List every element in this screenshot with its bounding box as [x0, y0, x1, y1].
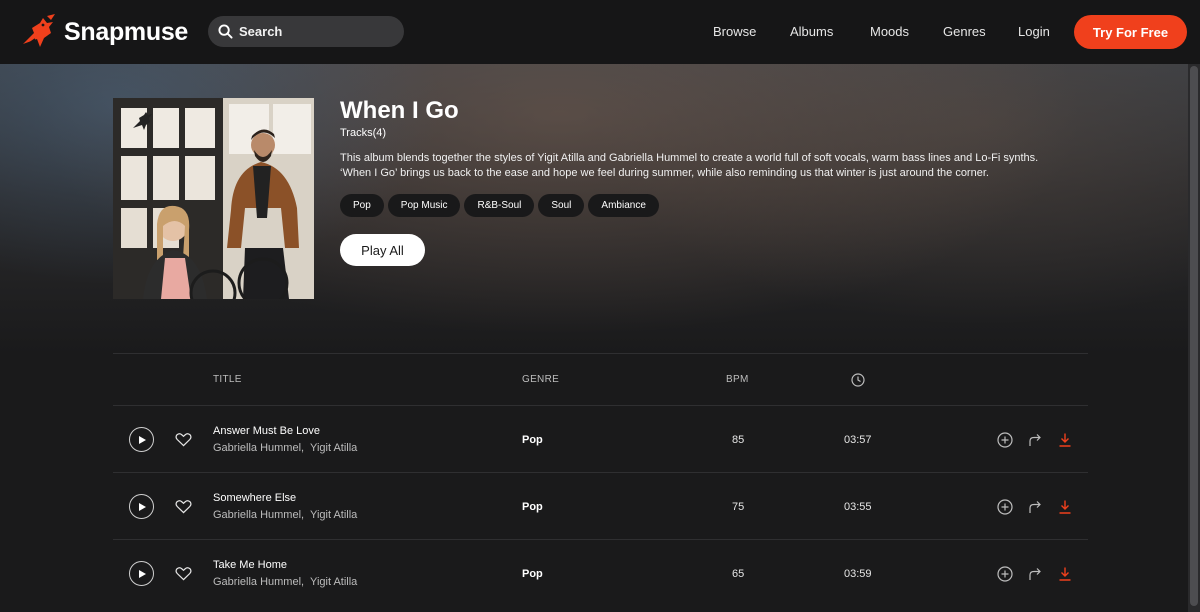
heart-icon[interactable] — [175, 432, 192, 447]
header-genre[interactable]: GENRE — [522, 374, 559, 385]
table-row[interactable]: Take Me Home Gabriella Hummel, Yigit Ati… — [113, 539, 1088, 606]
add-icon[interactable] — [997, 432, 1013, 448]
tag-ambiance[interactable]: Ambiance — [588, 194, 659, 217]
header-bpm[interactable]: BPM — [726, 374, 749, 385]
tracks-count: Tracks(4) — [340, 127, 387, 139]
header-title[interactable]: TITLE — [213, 374, 242, 385]
album-cover-image — [113, 98, 314, 299]
heart-icon[interactable] — [175, 499, 192, 514]
track-title[interactable]: Take Me Home — [213, 559, 287, 571]
download-icon[interactable] — [1057, 566, 1073, 582]
track-title[interactable]: Somewhere Else — [213, 492, 296, 504]
download-icon[interactable] — [1057, 499, 1073, 515]
share-icon[interactable] — [1027, 566, 1043, 582]
share-icon[interactable] — [1027, 499, 1043, 515]
track-table: TITLE GENRE BPM Answer Must Be Love Gabr… — [113, 353, 1088, 606]
artist-link[interactable]: Yigit Atilla — [310, 509, 357, 521]
artist-link[interactable]: Yigit Atilla — [310, 576, 357, 588]
heart-icon[interactable] — [175, 566, 192, 581]
add-icon[interactable] — [997, 566, 1013, 582]
artist-link[interactable]: Yigit Atilla — [310, 442, 357, 454]
table-header: TITLE GENRE BPM — [113, 354, 1088, 405]
nav-browse[interactable]: Browse — [713, 24, 756, 39]
top-navbar: Snapmuse Browse Albums Moods Genres Logi… — [0, 0, 1200, 64]
nav-genres[interactable]: Genres — [943, 24, 986, 39]
artist-link[interactable]: Gabriella Hummel — [213, 509, 301, 521]
play-button[interactable] — [129, 561, 154, 586]
tag-rnb-soul[interactable]: R&B-Soul — [464, 194, 535, 217]
album-description: This album blends together the styles of… — [340, 151, 1080, 181]
brand-name: Snapmuse — [64, 17, 189, 46]
bird-logo-icon — [23, 14, 55, 47]
album-description-line-1: This album blends together the styles of… — [340, 152, 1039, 164]
artist-link[interactable]: Gabriella Hummel — [213, 576, 301, 588]
track-bpm: 85 — [732, 434, 745, 446]
album-title: When I Go — [340, 97, 459, 124]
play-button[interactable] — [129, 494, 154, 519]
track-artists: Gabriella Hummel, Yigit Atilla — [213, 442, 358, 454]
clock-icon[interactable] — [851, 373, 865, 387]
play-icon — [138, 569, 146, 578]
nav-albums[interactable]: Albums — [790, 24, 833, 39]
share-icon[interactable] — [1027, 432, 1043, 448]
brand-logo[interactable]: Snapmuse — [20, 14, 188, 50]
play-icon — [138, 502, 146, 511]
album-cover-illustration — [113, 98, 314, 299]
track-duration: 03:59 — [844, 568, 872, 580]
track-genre[interactable]: Pop — [522, 434, 543, 446]
track-title[interactable]: Answer Must Be Love — [213, 425, 320, 437]
try-for-free-button[interactable]: Try For Free — [1074, 15, 1187, 49]
play-all-button[interactable]: Play All — [340, 234, 425, 266]
table-row[interactable]: Answer Must Be Love Gabriella Hummel, Yi… — [113, 405, 1088, 472]
track-duration: 03:57 — [844, 434, 872, 446]
genre-tags: Pop Pop Music R&B-Soul Soul Ambiance — [340, 194, 659, 217]
search-icon — [218, 24, 233, 39]
track-artists: Gabriella Hummel, Yigit Atilla — [213, 509, 358, 521]
tag-soul[interactable]: Soul — [538, 194, 585, 217]
track-artists: Gabriella Hummel, Yigit Atilla — [213, 576, 358, 588]
tag-pop[interactable]: Pop — [340, 194, 384, 217]
album-description-line-2: ‘When I Go’ brings us back to the ease a… — [340, 167, 989, 179]
play-icon — [138, 435, 146, 444]
track-bpm: 75 — [732, 501, 745, 513]
track-genre[interactable]: Pop — [522, 568, 543, 580]
artist-link[interactable]: Gabriella Hummel — [213, 442, 301, 454]
tag-pop-music[interactable]: Pop Music — [387, 194, 461, 217]
search-box[interactable] — [208, 16, 404, 47]
nav-moods[interactable]: Moods — [870, 24, 909, 39]
download-icon[interactable] — [1057, 432, 1073, 448]
table-row[interactable]: Somewhere Else Gabriella Hummel, Yigit A… — [113, 472, 1088, 539]
search-input[interactable] — [239, 24, 389, 39]
track-genre[interactable]: Pop — [522, 501, 543, 513]
add-icon[interactable] — [997, 499, 1013, 515]
track-bpm: 65 — [732, 568, 745, 580]
track-duration: 03:55 — [844, 501, 872, 513]
nav-login[interactable]: Login — [1018, 24, 1050, 39]
scrollbar-thumb[interactable] — [1190, 66, 1198, 606]
play-button[interactable] — [129, 427, 154, 452]
